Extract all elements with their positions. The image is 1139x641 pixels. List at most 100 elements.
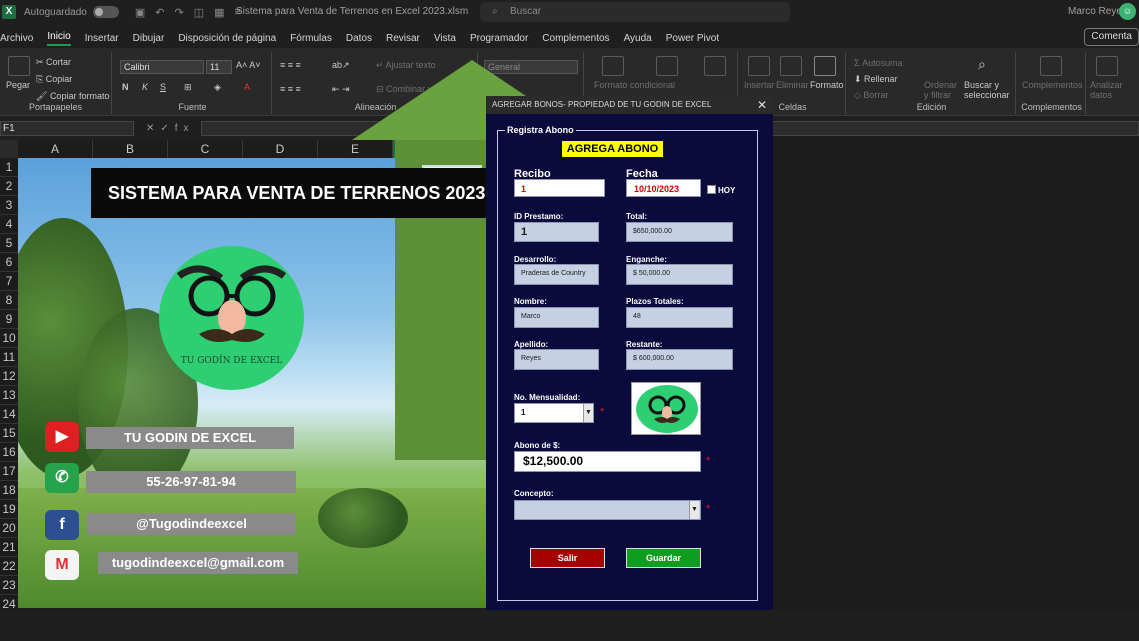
- row-header-12[interactable]: 12: [0, 367, 18, 386]
- grid-icon[interactable]: ▦: [214, 6, 224, 19]
- total-field[interactable]: $650,000.00: [626, 222, 733, 242]
- fill-button[interactable]: ⬇ Rellenar: [854, 74, 898, 85]
- row-header-2[interactable]: 2: [0, 177, 18, 196]
- menu-dibujar[interactable]: Dibujar: [133, 33, 165, 44]
- concepto-chevron-down-icon[interactable]: ▼: [689, 501, 699, 519]
- row-header-14[interactable]: 14: [0, 405, 18, 424]
- delete-cells-label[interactable]: Eliminar: [776, 80, 809, 90]
- plazos-field[interactable]: 48: [626, 307, 733, 328]
- search-box[interactable]: ⌕ Buscar: [480, 2, 790, 22]
- row-header-7[interactable]: 7: [0, 272, 18, 291]
- fecha-input[interactable]: 10/10/2023: [626, 179, 701, 197]
- enganche-field[interactable]: $ 50,000.00: [626, 264, 733, 285]
- menu-vista[interactable]: Vista: [434, 33, 456, 44]
- salir-button[interactable]: Salir: [530, 548, 605, 568]
- row-header-8[interactable]: 8: [0, 291, 18, 310]
- sort-filter-label[interactable]: Ordenar y filtrar: [924, 80, 964, 100]
- bold-icon[interactable]: N: [122, 82, 129, 92]
- format-painter-button[interactable]: 🖌 Copiar formato: [36, 91, 109, 102]
- menu-inicio[interactable]: Inicio: [47, 31, 71, 46]
- column-header-b[interactable]: B: [93, 140, 168, 158]
- addins-label[interactable]: Complementos: [1022, 80, 1083, 90]
- autosum-button[interactable]: Σ Autosuma: [854, 58, 903, 68]
- chevron-down-icon[interactable]: ▼: [583, 404, 593, 422]
- row-header-15[interactable]: 15: [0, 424, 18, 443]
- analyze-data-icon[interactable]: [1096, 56, 1118, 76]
- orientation-icon[interactable]: ab↗: [332, 60, 350, 71]
- analyze-data-label[interactable]: Analizar datos: [1090, 80, 1126, 100]
- row-header-22[interactable]: 22: [0, 557, 18, 576]
- menu-programador[interactable]: Programador: [470, 33, 528, 44]
- row-header-19[interactable]: 19: [0, 500, 18, 519]
- camera-icon[interactable]: ◫: [194, 6, 204, 19]
- row-header-13[interactable]: 13: [0, 386, 18, 405]
- menu-disposici-n-de-p-gina[interactable]: Disposición de página: [178, 33, 276, 44]
- row-header-16[interactable]: 16: [0, 443, 18, 462]
- avatar[interactable]: ☺: [1119, 3, 1136, 20]
- conditional-format-label[interactable]: Formato condicional: [594, 80, 675, 90]
- cell-styles-icon[interactable]: [704, 56, 726, 76]
- menu-archivo[interactable]: Archivo: [0, 33, 33, 44]
- format-cells-label[interactable]: Formato: [810, 80, 844, 90]
- row-header-1[interactable]: 1: [0, 158, 18, 177]
- align-top-icon[interactable]: ≡ ≡ ≡: [280, 60, 301, 70]
- font-color-icon[interactable]: A: [244, 82, 250, 92]
- delete-cells-icon[interactable]: [780, 56, 802, 76]
- desarrollo-field[interactable]: Praderas de Country: [514, 264, 599, 285]
- restante-field[interactable]: $ 600,000.00: [626, 349, 733, 370]
- close-icon[interactable]: ✕: [757, 96, 767, 114]
- row-header-23[interactable]: 23: [0, 576, 18, 595]
- insert-cells-icon[interactable]: [748, 56, 770, 76]
- menu-power-pivot[interactable]: Power Pivot: [666, 33, 719, 44]
- fx-icon[interactable]: ✕✓fx: [146, 123, 195, 134]
- column-header-d[interactable]: D: [243, 140, 318, 158]
- conditional-format-icon[interactable]: [602, 56, 624, 76]
- column-header-c[interactable]: C: [168, 140, 243, 158]
- concepto-select[interactable]: [514, 500, 701, 520]
- row-header-9[interactable]: 9: [0, 310, 18, 329]
- name-box[interactable]: F1: [0, 120, 134, 136]
- italic-icon[interactable]: K: [142, 82, 148, 92]
- save-icon[interactable]: ▣: [135, 6, 145, 19]
- paste-label[interactable]: Pegar: [6, 80, 30, 90]
- undo-icon[interactable]: ↶: [155, 6, 164, 19]
- select-all-corner[interactable]: [0, 140, 18, 158]
- redo-icon[interactable]: ↷: [174, 6, 183, 19]
- menu-complementos[interactable]: Complementos: [542, 33, 609, 44]
- column-header-e[interactable]: E: [318, 140, 393, 158]
- indent-icon[interactable]: ⇤ ⇥: [332, 84, 350, 95]
- menu-ayuda[interactable]: Ayuda: [624, 33, 652, 44]
- comments-button[interactable]: Comenta: [1084, 28, 1139, 46]
- row-header-20[interactable]: 20: [0, 519, 18, 538]
- menu-revisar[interactable]: Revisar: [386, 33, 420, 44]
- copy-button[interactable]: ⎘ Copiar: [36, 74, 72, 85]
- format-cells-icon[interactable]: [814, 56, 836, 76]
- row-header-3[interactable]: 3: [0, 196, 18, 215]
- row-header-6[interactable]: 6: [0, 253, 18, 272]
- format-table-icon[interactable]: [656, 56, 678, 76]
- font-name-select[interactable]: Calibri: [120, 60, 204, 74]
- menu-f-rmulas[interactable]: Fórmulas: [290, 33, 332, 44]
- dialog-titlebar[interactable]: AGREGAR BONOS- PROPIEDAD DE TU GODIN DE …: [486, 96, 773, 114]
- id-prestamo-field[interactable]: 1: [514, 222, 599, 242]
- recibo-input[interactable]: 1: [514, 179, 605, 197]
- autosave-toggle[interactable]: [92, 6, 119, 18]
- mensualidad-select[interactable]: 1: [514, 403, 594, 423]
- font-size-select[interactable]: 11: [206, 60, 232, 74]
- row-header-11[interactable]: 11: [0, 348, 18, 367]
- row-header-18[interactable]: 18: [0, 481, 18, 500]
- insert-cells-label[interactable]: Insertar: [744, 80, 775, 90]
- guardar-button[interactable]: Guardar: [626, 548, 701, 568]
- find-magnifier-icon[interactable]: ⌕: [978, 56, 986, 73]
- borders-icon[interactable]: ⊞: [184, 82, 192, 93]
- underline-icon[interactable]: S: [160, 82, 166, 92]
- paste-icon[interactable]: [8, 56, 30, 76]
- hoy-checkbox[interactable]: [707, 185, 716, 194]
- menu-datos[interactable]: Datos: [346, 33, 372, 44]
- cut-button[interactable]: ✂ Cortar: [36, 57, 71, 68]
- column-header-a[interactable]: A: [18, 140, 93, 158]
- addins-icon[interactable]: [1040, 56, 1062, 76]
- nombre-field[interactable]: Marco: [514, 307, 599, 328]
- apellido-field[interactable]: Reyes: [514, 349, 599, 370]
- row-header-21[interactable]: 21: [0, 538, 18, 557]
